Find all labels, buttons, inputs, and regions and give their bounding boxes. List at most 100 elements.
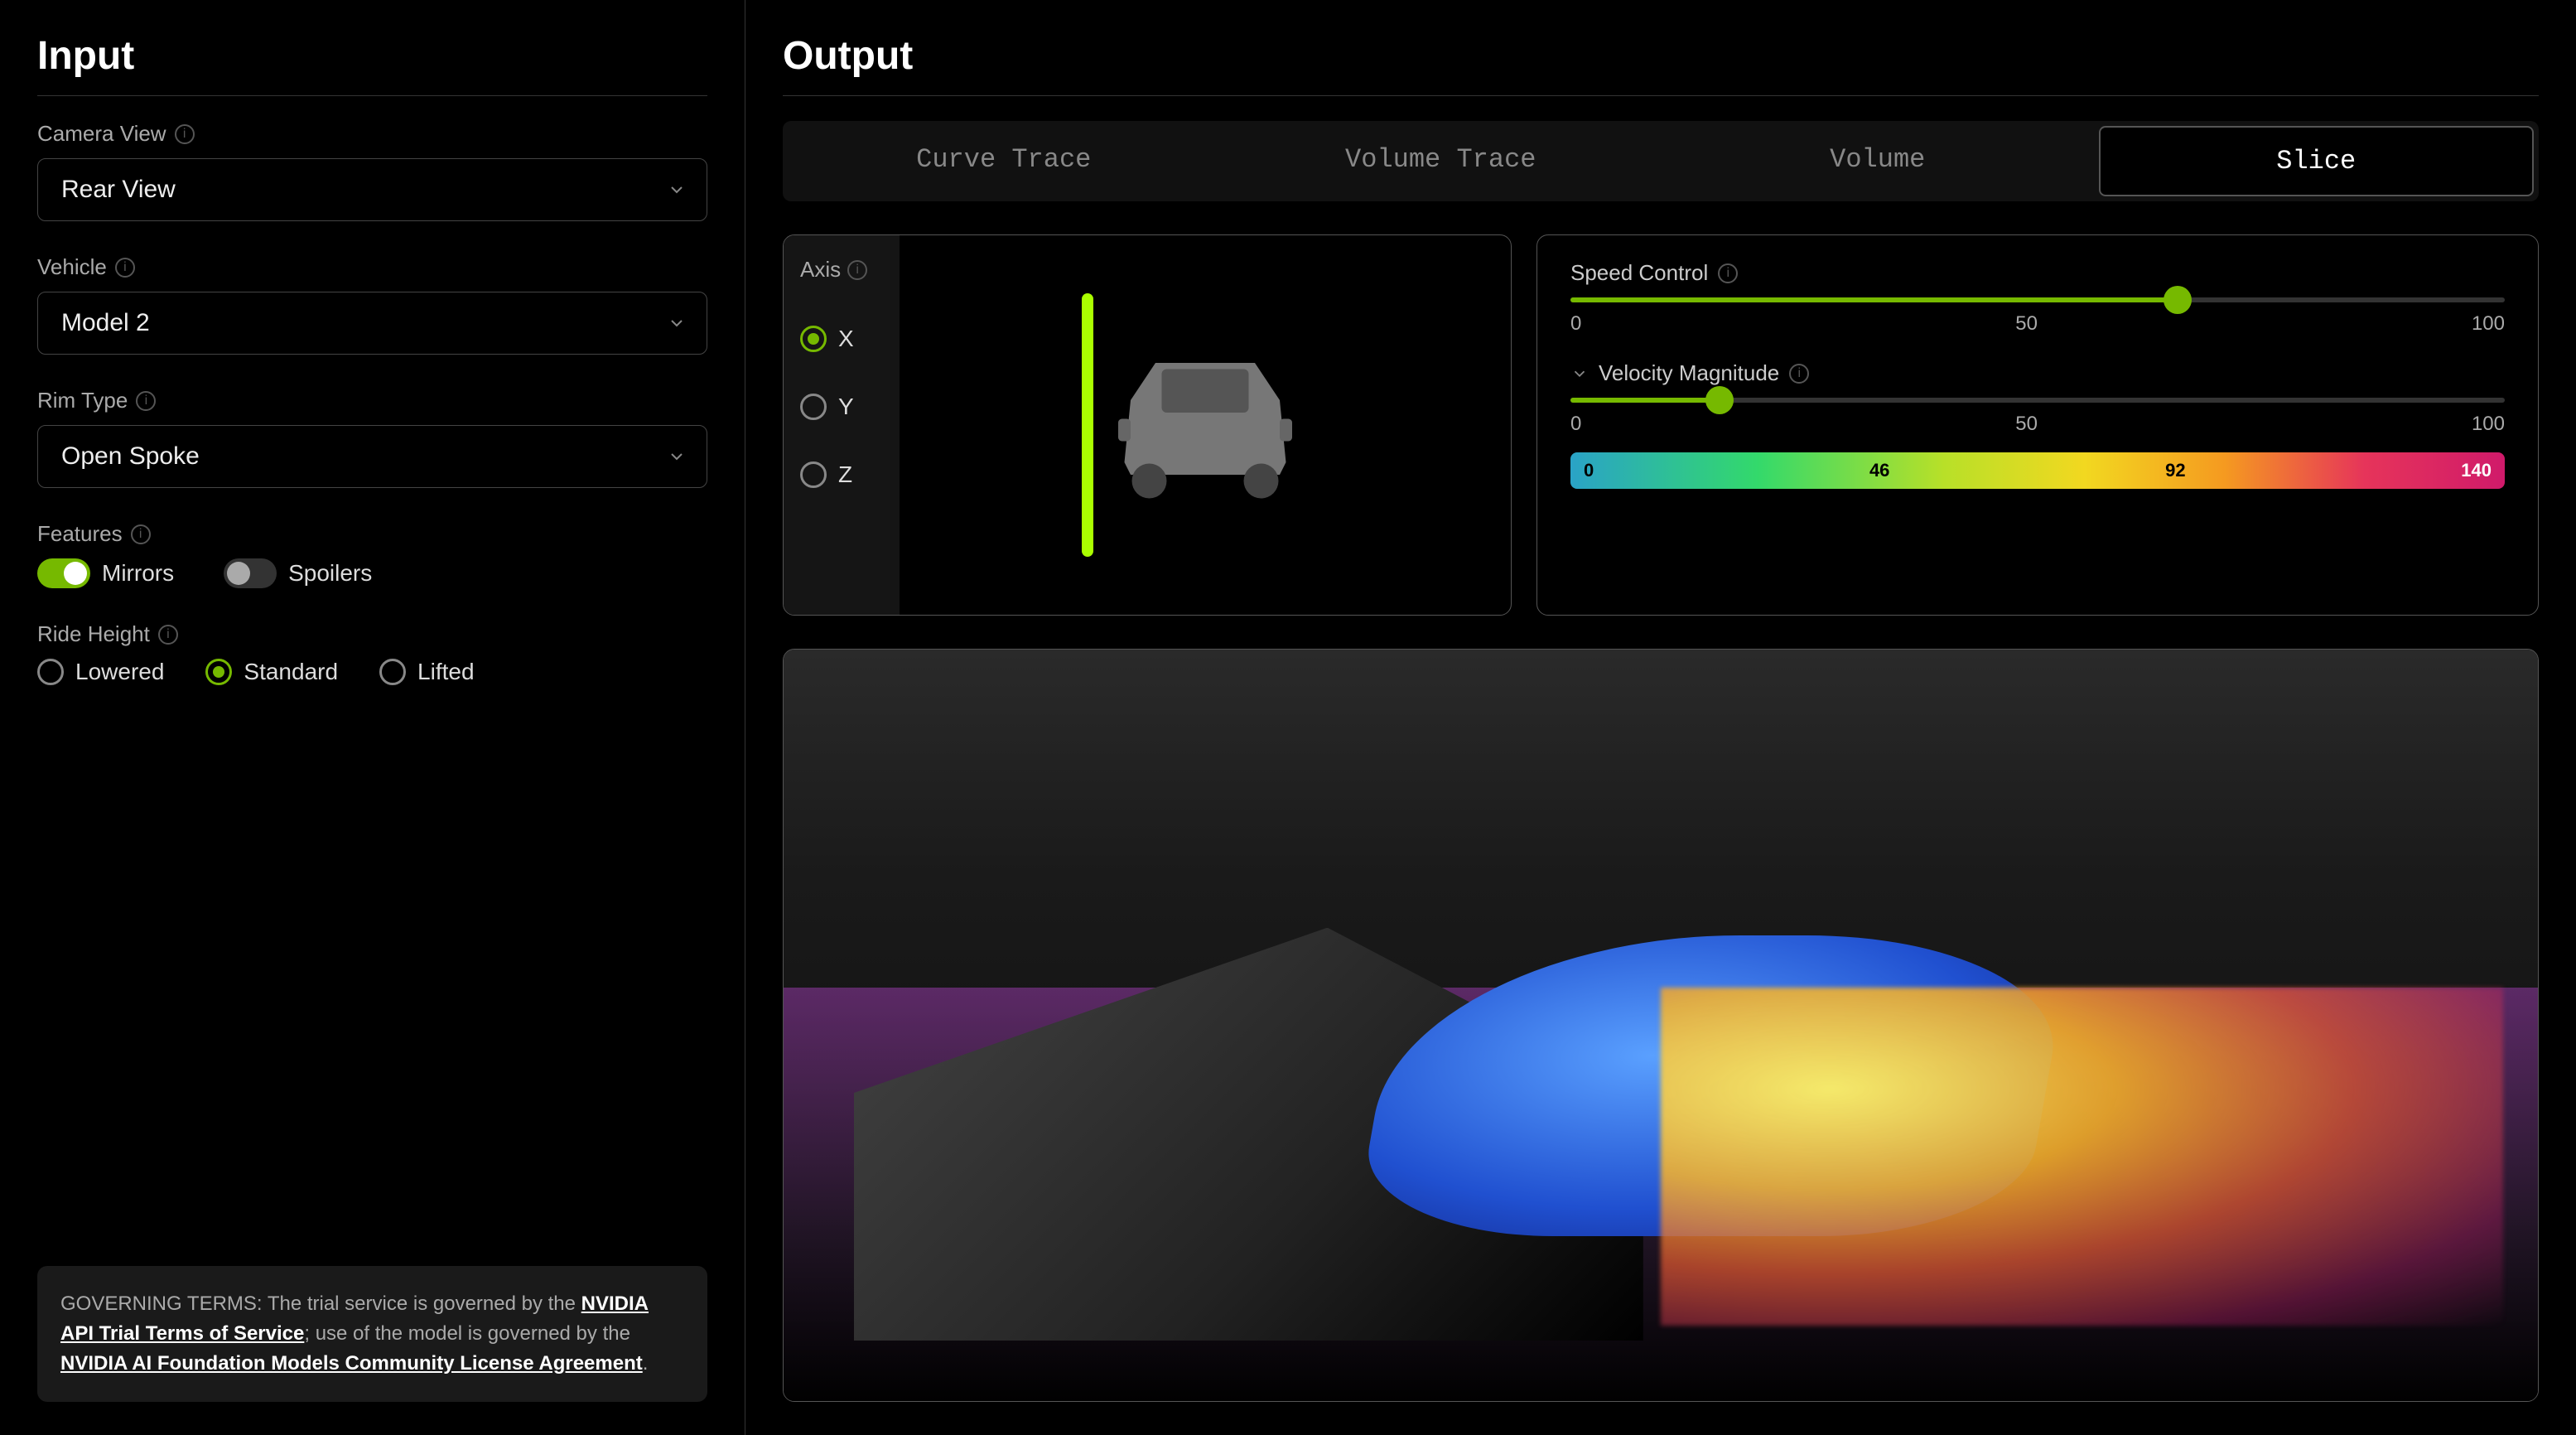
gradient-label-0: 0	[1584, 460, 1594, 481]
radio-icon	[800, 461, 827, 488]
axis-x-label: X	[838, 326, 854, 352]
slider-thumb[interactable]	[2164, 286, 2192, 314]
input-panel: Input Camera View i Rear View Vehicle i …	[0, 0, 745, 1435]
info-icon[interactable]: i	[136, 391, 156, 411]
velocity-magnitude-label: Velocity Magnitude i	[1570, 360, 2505, 386]
spoilers-toggle[interactable]	[224, 558, 277, 588]
axis-x[interactable]: X	[800, 326, 883, 352]
tick-min: 0	[1570, 413, 1581, 436]
gradient-label-3: 140	[2461, 460, 2492, 481]
axis-y-label: Y	[838, 394, 854, 420]
camera-view-value: Rear View	[61, 176, 176, 204]
terms-link-license[interactable]: NVIDIA AI Foundation Models Community Li…	[60, 1352, 643, 1375]
rim-type-select[interactable]: Open Spoke	[37, 425, 707, 488]
radio-icon	[800, 394, 827, 420]
chevron-down-icon	[667, 180, 687, 200]
mirrors-toggle-item: Mirrors	[37, 558, 174, 588]
info-icon[interactable]: i	[175, 124, 195, 144]
tick-min: 0	[1570, 312, 1581, 336]
tick-max: 100	[2472, 413, 2505, 436]
vehicle-select[interactable]: Model 2	[37, 292, 707, 355]
axis-panel: Axis i X Y Z	[783, 234, 1512, 616]
rim-type-label-text: Rim Type	[37, 388, 128, 413]
info-icon[interactable]: i	[1718, 263, 1738, 283]
info-icon[interactable]: i	[847, 260, 867, 280]
speed-control-slider[interactable]	[1570, 297, 2505, 302]
axis-label-text: Axis	[800, 257, 841, 283]
speed-control-group: Speed Control i 0 50 100	[1570, 260, 2505, 336]
mirrors-label: Mirrors	[102, 560, 174, 587]
tab-volume-trace[interactable]: Volume Trace	[1225, 126, 1657, 196]
camera-view-label-text: Camera View	[37, 121, 166, 147]
tab-slice[interactable]: Slice	[2099, 126, 2535, 196]
tick-mid: 50	[2015, 312, 2038, 336]
camera-view-label: Camera View i	[37, 121, 707, 147]
features-label-text: Features	[37, 521, 123, 547]
ride-height-label: Ride Height i	[37, 621, 707, 647]
divider	[37, 95, 707, 96]
tab-curve-trace[interactable]: Curve Trace	[788, 126, 1220, 196]
ride-height-lifted[interactable]: Lifted	[379, 659, 475, 685]
ride-height-label-text: Ride Height	[37, 621, 150, 647]
chevron-down-icon	[667, 313, 687, 333]
info-icon[interactable]: i	[1789, 364, 1809, 384]
terms-suffix: .	[643, 1352, 649, 1375]
tick-mid: 50	[2015, 413, 2038, 436]
chevron-down-icon	[667, 447, 687, 466]
controls-panel: Speed Control i 0 50 100	[1536, 234, 2539, 616]
ride-height-options: Lowered Standard Lifted	[37, 659, 707, 685]
radio-icon	[379, 659, 406, 685]
velocity-magnitude-group: Velocity Magnitude i 0 50 100 0 46	[1570, 360, 2505, 489]
features-label: Features i	[37, 521, 707, 547]
gradient-label-1: 46	[1869, 460, 1889, 481]
velocity-magnitude-label-text: Velocity Magnitude	[1599, 360, 1779, 386]
axis-z-label: Z	[838, 461, 852, 488]
ride-height-standard-label: Standard	[244, 659, 338, 685]
render-viewport[interactable]	[783, 649, 2539, 1402]
render-flow-field	[1661, 988, 2503, 1326]
info-icon[interactable]: i	[131, 524, 151, 544]
rim-type-value: Open Spoke	[61, 442, 200, 471]
tab-volume[interactable]: Volume	[1662, 126, 2094, 196]
input-title: Input	[37, 33, 707, 79]
speed-control-label-text: Speed Control	[1570, 260, 1708, 286]
camera-view-select[interactable]: Rear View	[37, 158, 707, 221]
camera-view-field: Camera View i Rear View	[37, 121, 707, 221]
output-panel: Output Curve Trace Volume Trace Volume S…	[745, 0, 2576, 1435]
ride-height-field: Ride Height i Lowered Standard Lifted	[37, 621, 707, 685]
features-field: Features i Mirrors Spoilers	[37, 521, 707, 588]
terms-mid: ; use of the model is governed by the	[304, 1322, 630, 1345]
output-tabs: Curve Trace Volume Trace Volume Slice	[783, 121, 2539, 201]
axis-z[interactable]: Z	[800, 461, 883, 488]
axis-column: Axis i X Y Z	[784, 235, 900, 615]
slider-fill	[1570, 398, 1720, 403]
spoilers-label: Spoilers	[288, 560, 372, 587]
divider	[783, 95, 2539, 96]
axis-y[interactable]: Y	[800, 394, 883, 420]
features-toggles: Mirrors Spoilers	[37, 558, 707, 588]
velocity-magnitude-slider[interactable]	[1570, 398, 2505, 403]
output-controls-row: Axis i X Y Z	[783, 234, 2539, 616]
info-icon[interactable]: i	[158, 625, 178, 645]
terms-prefix: GOVERNING TERMS: The trial service is go…	[60, 1292, 581, 1315]
vehicle-label-text: Vehicle	[37, 254, 107, 280]
tick-max: 100	[2472, 312, 2505, 336]
output-title: Output	[783, 33, 2539, 79]
ride-height-standard[interactable]: Standard	[205, 659, 338, 685]
speed-control-label: Speed Control i	[1570, 260, 2505, 286]
axis-preview	[900, 235, 1511, 615]
slider-thumb[interactable]	[1705, 386, 1734, 414]
ride-height-lowered[interactable]: Lowered	[37, 659, 164, 685]
speed-control-ticks: 0 50 100	[1570, 312, 2505, 336]
gradient-label-2: 92	[2165, 460, 2185, 481]
vehicle-value: Model 2	[61, 309, 150, 337]
rim-type-field: Rim Type i Open Spoke	[37, 388, 707, 488]
radio-icon	[800, 326, 827, 352]
chevron-down-icon[interactable]	[1570, 365, 1589, 383]
info-icon[interactable]: i	[115, 258, 135, 278]
rim-type-label: Rim Type i	[37, 388, 707, 413]
slice-position-handle[interactable]	[1082, 293, 1093, 557]
spoilers-toggle-item: Spoilers	[224, 558, 372, 588]
terms-notice: GOVERNING TERMS: The trial service is go…	[37, 1266, 707, 1402]
mirrors-toggle[interactable]	[37, 558, 90, 588]
